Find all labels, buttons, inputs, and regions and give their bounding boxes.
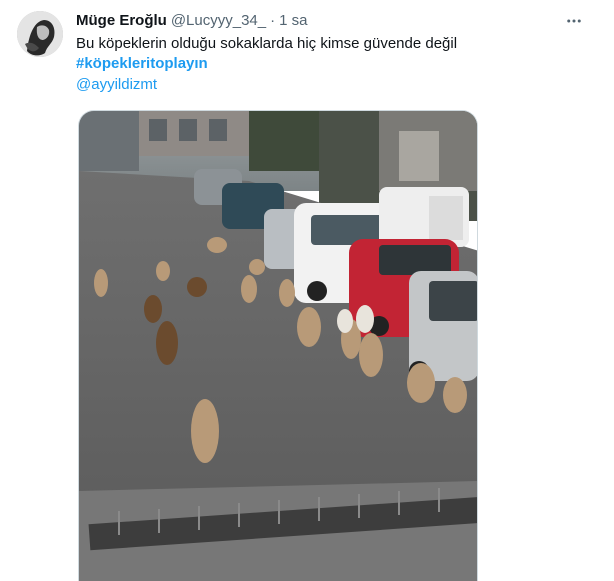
tweet-text: Bu köpeklerin olduğu sokaklarda hiç kims… (76, 35, 458, 52)
street-dogs-photo (79, 111, 477, 581)
tweet-timestamp[interactable]: 1 sa (279, 11, 307, 31)
tweet-header: Müge Eroğlu @Lucyyy_34_ · 1 sa (76, 11, 307, 31)
user-handle[interactable]: @Lucyyy_34_ (171, 11, 266, 31)
mention-link[interactable]: @ayyildizmt (76, 75, 157, 95)
tweet: Müge Eroğlu @Lucyyy_34_ · 1 sa Bu köpekl… (0, 0, 614, 581)
more-horizontal-icon (567, 19, 581, 23)
avatar-image (17, 11, 63, 57)
tweet-photo[interactable] (78, 110, 478, 581)
avatar[interactable] (17, 11, 63, 57)
hashtag-link[interactable]: #köpekleritoplayın (76, 54, 208, 74)
separator-dot: · (270, 12, 276, 29)
more-options-button[interactable] (559, 8, 589, 34)
display-name[interactable]: Müge Eroğlu (76, 11, 167, 31)
